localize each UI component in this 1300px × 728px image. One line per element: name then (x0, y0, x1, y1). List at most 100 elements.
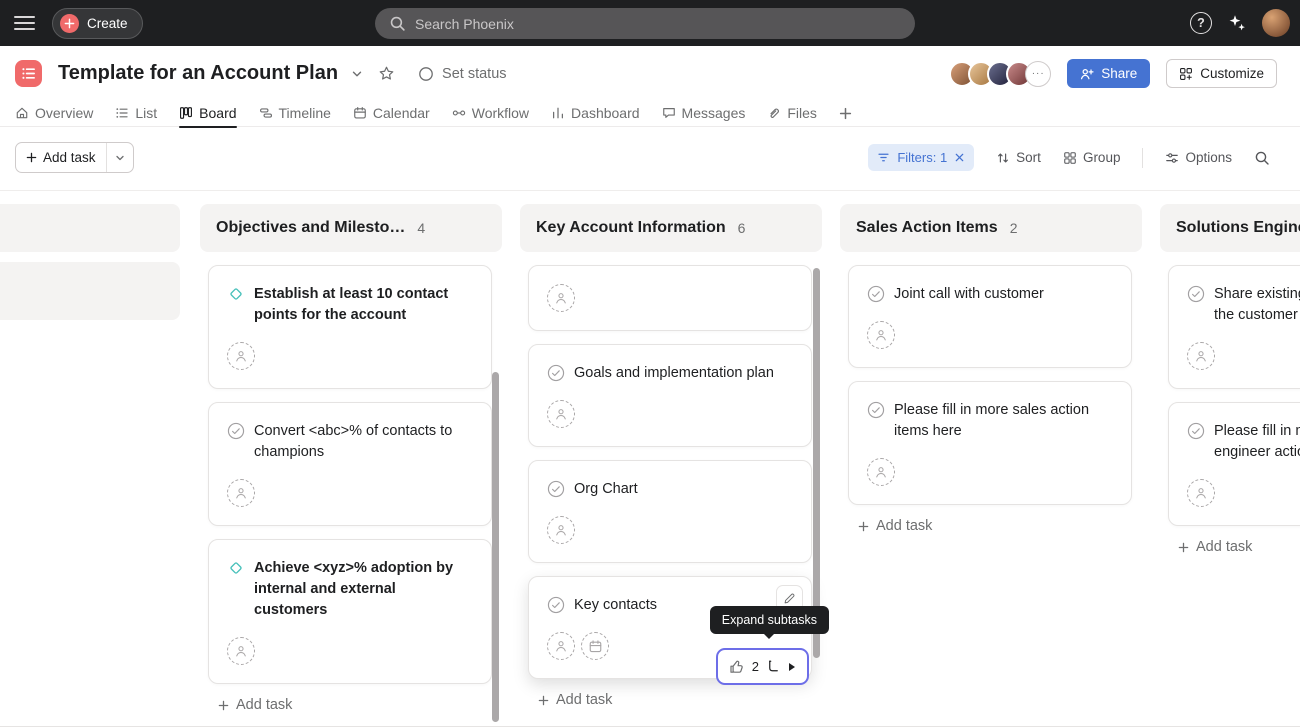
due-date-placeholder-icon[interactable] (581, 632, 609, 660)
assignee-placeholder-icon[interactable] (227, 637, 255, 665)
more-members-button[interactable]: ··· (1025, 61, 1051, 87)
assignee-placeholder-icon[interactable] (1187, 479, 1215, 507)
search-input[interactable] (415, 16, 901, 32)
help-label: ? (1197, 16, 1205, 30)
add-task-dropdown-button[interactable] (106, 143, 133, 172)
plus-icon (26, 152, 37, 163)
tab-dashboard[interactable]: Dashboard (551, 100, 640, 127)
column-header[interactable]: Sales Action Items 2 (840, 204, 1142, 252)
task-card-key-contacts[interactable]: Key contacts 2 (528, 576, 812, 679)
tab-messages[interactable]: Messages (662, 100, 746, 127)
star-icon[interactable] (376, 63, 397, 84)
assignee-placeholder-icon[interactable] (547, 632, 575, 660)
ai-sparkle-icon[interactable] (1227, 13, 1247, 33)
task-card[interactable]: Joint call with customer (848, 265, 1132, 368)
task-card[interactable]: Convert <abc>% of contacts to champions (208, 402, 492, 526)
task-check-icon[interactable] (227, 422, 245, 440)
assignee-placeholder-icon[interactable] (227, 342, 255, 370)
sidebar-toggle-button[interactable] (14, 13, 35, 33)
filters-chip[interactable]: Filters: 1 (868, 144, 974, 171)
task-check-icon[interactable] (1187, 285, 1205, 303)
assignee-placeholder-icon[interactable] (547, 516, 575, 544)
share-label: Share (1101, 66, 1137, 81)
user-avatar[interactable] (1262, 9, 1290, 37)
assignee-placeholder-icon[interactable] (867, 458, 895, 486)
column-title: Sales Action Items (856, 219, 998, 237)
customize-button[interactable]: Customize (1166, 59, 1277, 88)
task-check-icon[interactable] (547, 596, 565, 614)
card-title: Establish at least 10 contact points for… (254, 284, 473, 326)
task-check-icon[interactable] (547, 480, 565, 498)
add-view-button[interactable] (839, 100, 852, 127)
task-card[interactable]: Org Chart (528, 460, 812, 563)
board-search-icon[interactable] (1254, 150, 1270, 166)
column-header[interactable]: Objectives and Milesto… 4 (200, 204, 502, 252)
tab-list[interactable]: List (115, 100, 157, 127)
set-status-label: Set status (442, 66, 506, 82)
expand-subtasks-button[interactable]: 2 (716, 648, 809, 685)
clear-filters-icon[interactable] (954, 152, 965, 163)
task-check-icon[interactable] (867, 401, 885, 419)
column-header[interactable]: Solutions Engineering (1160, 204, 1300, 252)
options-button[interactable]: Options (1165, 150, 1232, 165)
assignee-placeholder-icon[interactable] (547, 400, 575, 428)
column-add-task-button[interactable]: Add task (218, 697, 292, 713)
task-check-icon[interactable] (867, 285, 885, 303)
column-add-task-button[interactable]: Add task (538, 692, 612, 708)
milestone-diamond-icon[interactable] (227, 559, 245, 577)
task-card[interactable]: Goals and implementation plan (528, 344, 812, 447)
column-add-task-button[interactable]: Add task (1178, 539, 1252, 555)
column-partial-card (0, 262, 180, 320)
create-button[interactable]: Create (52, 8, 143, 39)
card-title: Goals and implementation plan (574, 363, 774, 384)
files-paperclip-icon (767, 106, 781, 120)
column-cards: Goals and implementation plan Org Chart (520, 252, 822, 679)
set-status-button[interactable]: Set status (418, 66, 506, 82)
task-check-icon[interactable] (547, 364, 565, 382)
task-card[interactable]: Please fill in more sales action items h… (848, 381, 1132, 505)
global-search[interactable] (375, 8, 915, 39)
assignee-placeholder-icon[interactable] (227, 479, 255, 507)
tab-board[interactable]: Board (179, 100, 236, 127)
share-button[interactable]: Share (1067, 59, 1150, 88)
tab-files[interactable]: Files (767, 100, 817, 127)
member-avatars[interactable]: ··· (949, 61, 1051, 87)
task-card[interactable]: Share existing the customer (1168, 265, 1300, 389)
tab-timeline[interactable]: Timeline (259, 100, 331, 127)
milestone-diamond-icon[interactable] (227, 285, 245, 303)
tab-workflow[interactable]: Workflow (452, 100, 529, 127)
column-count: 4 (417, 220, 425, 236)
task-card[interactable]: Achieve <xyz>% adoption by internal and … (208, 539, 492, 684)
plus-icon (60, 14, 79, 33)
task-card[interactable]: Establish at least 10 contact points for… (208, 265, 492, 389)
title-chevron-down-icon[interactable] (349, 66, 365, 82)
tab-overview[interactable]: Overview (15, 100, 93, 127)
column-scrollbar[interactable] (492, 372, 499, 722)
board-bottom-rule (0, 726, 1300, 727)
tab-calendar[interactable]: Calendar (353, 100, 430, 127)
assignee-placeholder-icon[interactable] (547, 284, 575, 312)
task-check-icon[interactable] (1187, 422, 1205, 440)
tooltip: Expand subtasks (710, 606, 829, 634)
assignee-placeholder-icon[interactable] (867, 321, 895, 349)
sort-button[interactable]: Sort (996, 150, 1041, 165)
help-button[interactable]: ? (1190, 12, 1212, 34)
task-card[interactable]: Please fill in m engineer action it (1168, 402, 1300, 526)
task-card[interactable] (528, 265, 812, 331)
column-add-task-button[interactable]: Add task (858, 518, 932, 534)
project-icon[interactable] (15, 60, 42, 87)
plus-icon (218, 700, 229, 711)
assignee-placeholder-icon[interactable] (1187, 342, 1215, 370)
column-title: Key Account Information (536, 219, 726, 237)
filter-icon (877, 151, 890, 164)
timeline-icon (259, 106, 273, 120)
column-scrollbar[interactable] (813, 268, 820, 658)
options-sliders-icon (1165, 151, 1179, 165)
column-count: 2 (1010, 220, 1018, 236)
add-task-button[interactable]: Add task (16, 143, 106, 172)
caret-right-icon (788, 662, 796, 672)
group-button[interactable]: Group (1063, 150, 1121, 165)
column-header[interactable]: Key Account Information 6 (520, 204, 822, 252)
card-title: Joint call with customer (894, 284, 1044, 305)
like-thumbs-up-icon (729, 659, 745, 675)
